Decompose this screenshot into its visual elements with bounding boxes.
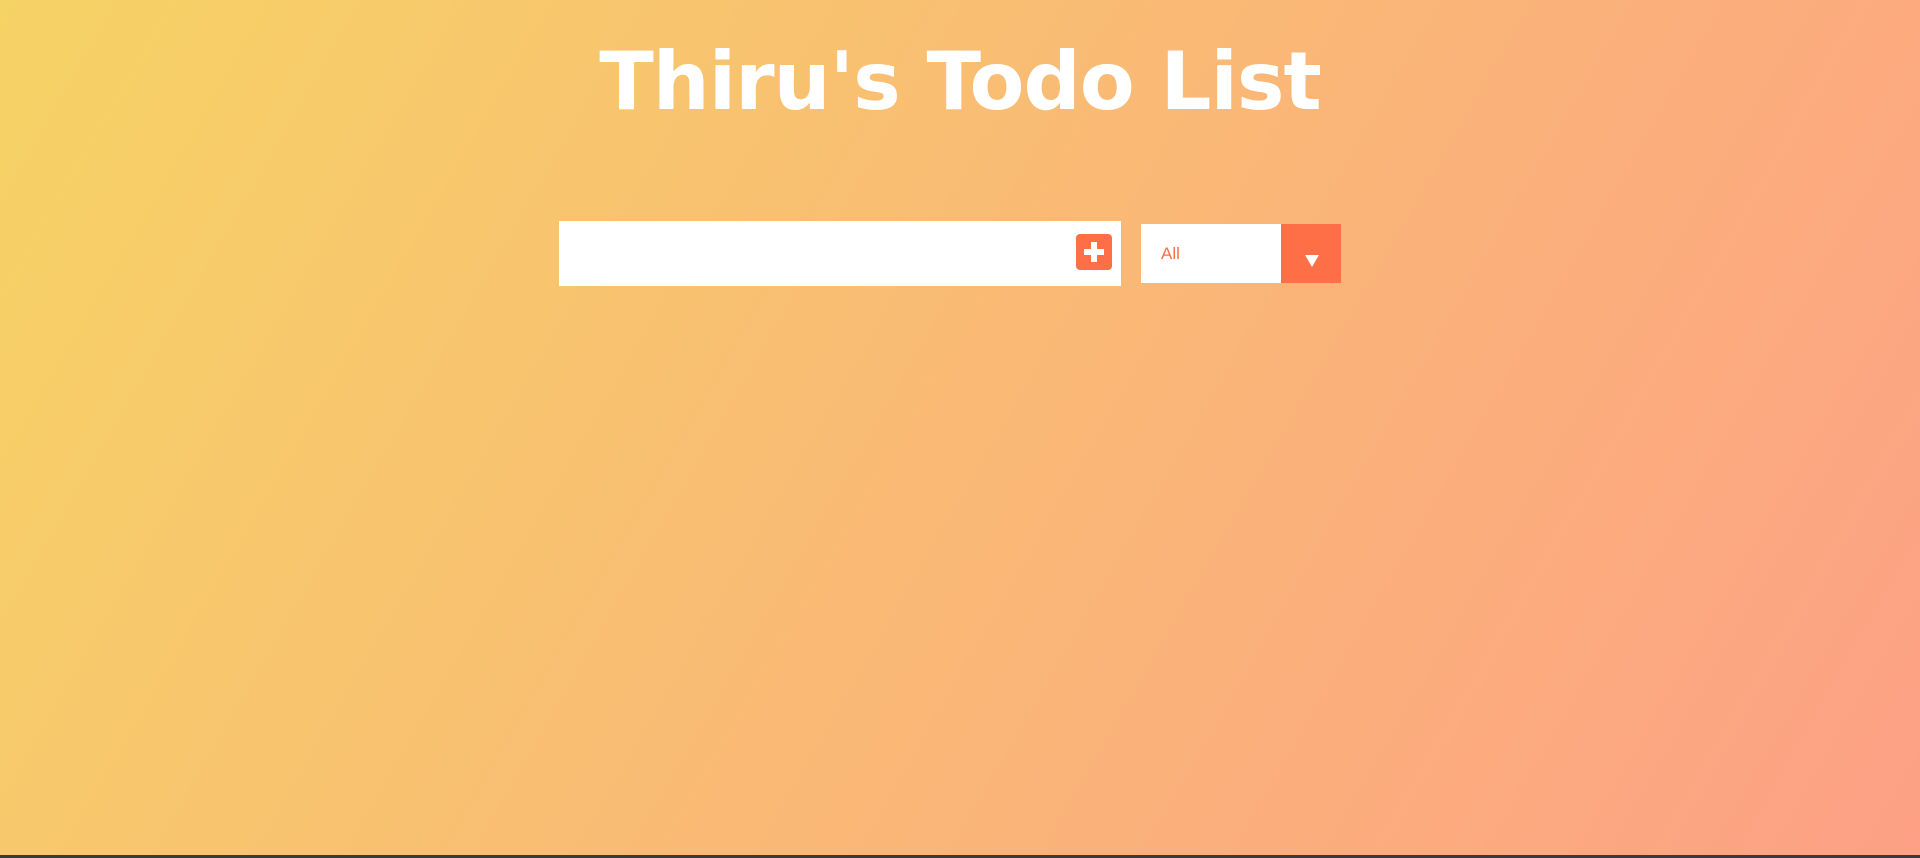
page-title: Thiru's Todo List: [599, 35, 1322, 128]
filter-selected-value: All: [1161, 244, 1180, 263]
filter-select[interactable]: All: [1141, 224, 1341, 283]
add-todo-button[interactable]: [1076, 234, 1112, 270]
todo-input[interactable]: [559, 221, 1059, 286]
todo-app: Thiru's Todo List All: [0, 0, 1920, 858]
todo-input-container: [559, 221, 1121, 286]
plus-square-icon: [1076, 234, 1112, 270]
chevron-down-icon: [1305, 255, 1319, 267]
todo-form: All: [559, 221, 1341, 287]
filter-dropdown-toggle[interactable]: [1281, 224, 1341, 283]
